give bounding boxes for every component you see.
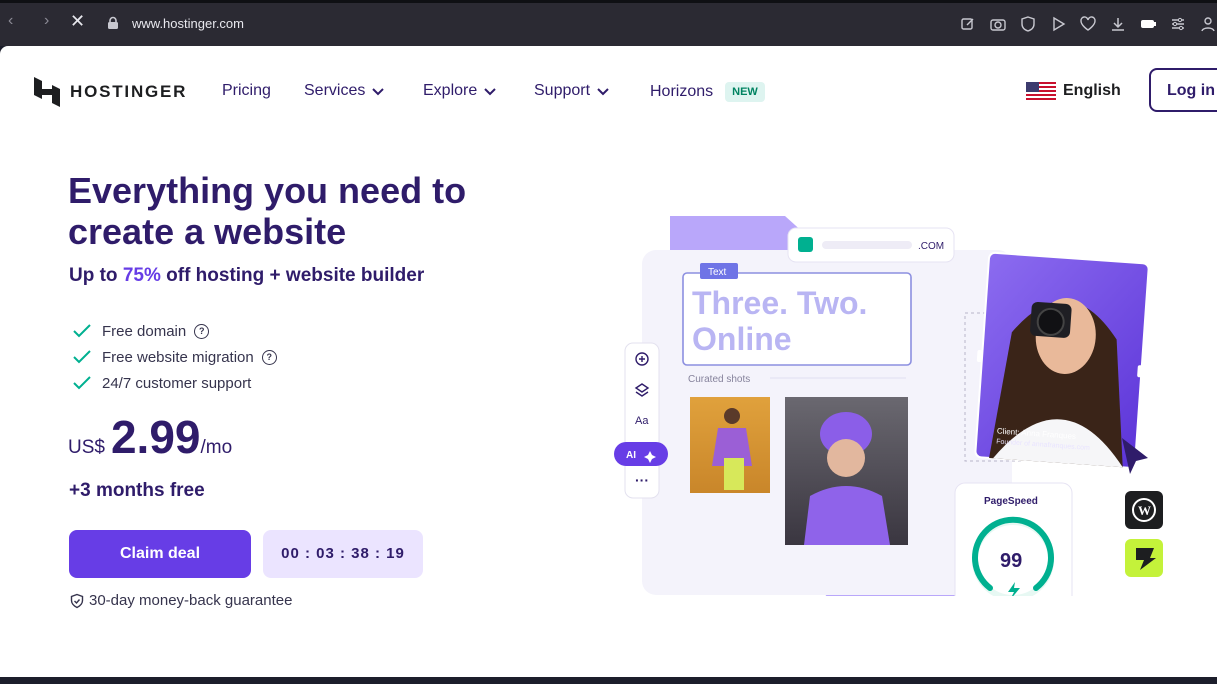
- heart-icon[interactable]: [1079, 15, 1097, 33]
- ai-label: AI: [626, 450, 636, 461]
- price-period: /mo: [200, 437, 233, 458]
- feature-label: 24/7 customer support: [102, 374, 252, 392]
- browser-tools: [959, 15, 1217, 33]
- brand-logo[interactable]: HOSTINGER: [34, 77, 187, 107]
- ai-button[interactable]: [614, 442, 668, 466]
- check-icon: [73, 376, 91, 390]
- forward-arrow-icon[interactable]: ›: [44, 12, 49, 30]
- nav-item-label: Pricing: [222, 82, 271, 99]
- resize-handle[interactable]: [976, 350, 983, 363]
- language-label: English: [1063, 82, 1121, 99]
- shield-check-icon: [70, 593, 84, 608]
- battery-icon[interactable]: [1139, 15, 1157, 33]
- nav-item-explore[interactable]: Explore: [423, 82, 497, 100]
- settings-sliders-icon[interactable]: [1169, 15, 1187, 33]
- camera-icon[interactable]: [989, 15, 1007, 33]
- login-button[interactable]: Log in: [1149, 68, 1217, 112]
- browser-toolbar: ‹ › ✕ www.hostinger.com: [0, 0, 1217, 46]
- play-icon[interactable]: [1049, 15, 1067, 33]
- chevron-down-icon: [484, 88, 496, 96]
- image-figure: [804, 486, 890, 545]
- price-amount: 2.99: [110, 411, 201, 463]
- brand-name: HOSTINGER: [70, 82, 188, 101]
- hero-illustration: .COM Text Three. Two. Online Curated sho…: [614, 216, 1163, 596]
- nav-item-horizons[interactable]: Horizons NEW: [650, 82, 765, 102]
- camera-lens: [1036, 307, 1065, 336]
- edit-icon[interactable]: [959, 15, 977, 33]
- image-figure: [724, 458, 744, 490]
- portrait-card: Client: Anna Franques Founder of annafra…: [974, 251, 1150, 469]
- hero-title: Everything you need to create a website: [68, 170, 467, 252]
- nav-item-label: Support: [534, 82, 591, 99]
- help-circle-icon[interactable]: ?: [194, 323, 210, 339]
- hostinger-logo-icon: [34, 77, 60, 107]
- image-figure: [827, 439, 865, 477]
- hero-subtitle: Up to 75% off hosting + website builder: [69, 265, 424, 287]
- pagespeed-label: PageSpeed: [984, 496, 1038, 507]
- shield-icon[interactable]: [1019, 15, 1037, 33]
- nav-item-pricing[interactable]: Pricing: [222, 82, 271, 100]
- new-badge: NEW: [725, 82, 765, 102]
- headline-line2: Online: [692, 321, 792, 357]
- text-tag-label: Text: [708, 267, 727, 278]
- nav-item-services[interactable]: Services: [304, 82, 385, 100]
- gallery-label: Curated shots: [688, 374, 750, 385]
- image-figure: [724, 408, 740, 424]
- download-icon[interactable]: [1109, 15, 1127, 33]
- price-currency: US$: [68, 437, 105, 458]
- nav-item-label: Services: [304, 82, 366, 99]
- subtitle-text: Up to: [69, 265, 123, 286]
- price: US$ 2.99 /mo: [68, 414, 232, 460]
- check-icon: [73, 350, 91, 364]
- nav-item-label: Explore: [423, 82, 478, 99]
- more-icon[interactable]: ···: [635, 472, 649, 488]
- resize-handle[interactable]: [1137, 365, 1143, 378]
- claim-deal-button[interactable]: Claim deal: [69, 530, 251, 578]
- back-arrow-icon[interactable]: ‹: [8, 12, 13, 30]
- lock-icon[interactable]: [106, 16, 120, 30]
- feature-label: Free website migration: [102, 348, 254, 366]
- feature-label: Free domain: [102, 322, 187, 340]
- feature-item: Free domain ?: [72, 318, 277, 344]
- nav-item-label: Horizons: [650, 83, 714, 100]
- headline-line1: Three. Two.: [692, 285, 867, 321]
- check-icon: [73, 324, 91, 338]
- web-page: HOSTINGER Pricing Services Explore Suppo…: [0, 46, 1217, 677]
- domain-placeholder: [822, 241, 912, 249]
- pagespeed-score: 99: [1000, 550, 1022, 572]
- lock-icon: [798, 237, 813, 252]
- subtitle-text: off hosting + website builder: [160, 265, 425, 286]
- bottom-edge: [0, 677, 1217, 684]
- language-selector[interactable]: English: [1026, 82, 1121, 100]
- chevron-down-icon: [372, 88, 385, 96]
- guarantee-text: 30-day money-back guarantee: [89, 592, 293, 609]
- stop-loading-icon[interactable]: ✕: [70, 11, 85, 32]
- discount-percent: 75%: [122, 265, 161, 286]
- nav-item-support[interactable]: Support: [534, 82, 610, 100]
- countdown-timer: 00 : 03 : 38 : 19: [263, 530, 423, 578]
- typography-icon[interactable]: Aa: [635, 415, 649, 427]
- wordpress-icon-letter: W: [1138, 503, 1151, 518]
- chevron-down-icon: [597, 88, 609, 96]
- money-back-guarantee: 30-day money-back guarantee: [69, 592, 292, 609]
- profile-icon[interactable]: [1199, 15, 1217, 33]
- domain-suffix: .COM: [918, 241, 944, 252]
- feature-item: Free website migration ?: [72, 344, 277, 370]
- help-circle-icon[interactable]: ?: [261, 349, 277, 365]
- feature-item: 24/7 customer support: [72, 370, 277, 396]
- address-bar-url[interactable]: www.hostinger.com: [132, 16, 244, 31]
- us-flag-icon: [1026, 82, 1056, 100]
- feature-list: Free domain ? Free website migration ? 2…: [72, 318, 277, 396]
- bonus-months: +3 months free: [69, 480, 205, 501]
